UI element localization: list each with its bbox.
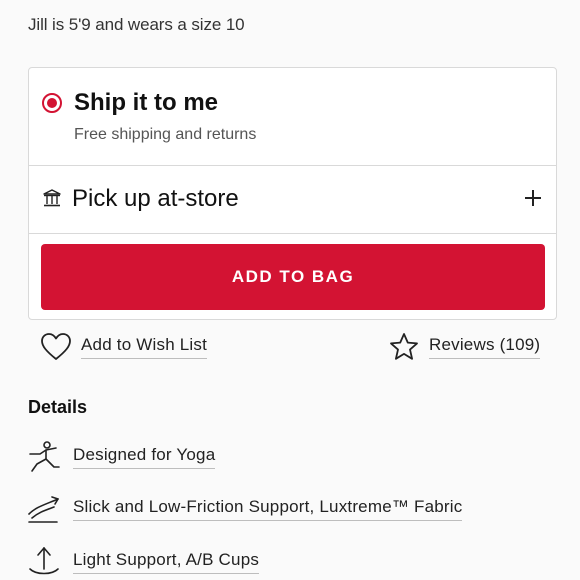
reviews-label: Reviews (109) [429, 335, 541, 359]
fulfillment-card: Ship it to me Free shipping and returns … [28, 67, 557, 320]
ship-option-subtitle: Free shipping and returns [74, 126, 257, 143]
feature-item-support[interactable]: Light Support, A/B Cups [26, 545, 260, 579]
model-size-note: Jill is 5'9 and wears a size 10 [28, 15, 245, 34]
fabric-swoosh-icon [28, 496, 59, 523]
feature-label-yoga: Designed for Yoga [73, 445, 216, 469]
yoga-pose-icon [29, 441, 60, 472]
heart-icon [41, 333, 71, 360]
pick-up-at-store-option[interactable]: Pick up at-store [29, 166, 556, 234]
wish-list-label: Add to Wish List [81, 335, 208, 359]
light-support-icon [29, 547, 59, 575]
store-icon [43, 189, 61, 207]
reviews-link[interactable]: Reviews (109) [389, 331, 541, 363]
ship-it-to-me-option[interactable]: Ship it to me Free shipping and returns [29, 68, 556, 166]
feature-item-fabric[interactable]: Slick and Low-Friction Support, Luxtreme… [26, 492, 463, 526]
add-to-wish-list-link[interactable]: Add to Wish List [40, 331, 208, 363]
star-icon [390, 333, 418, 360]
details-heading: Details [28, 397, 88, 417]
ship-option-title: Ship it to me [74, 89, 218, 116]
feature-label-support: Light Support, A/B Cups [73, 550, 260, 574]
feature-item-yoga[interactable]: Designed for Yoga [26, 440, 216, 474]
feature-label-fabric: Slick and Low-Friction Support, Luxtreme… [73, 497, 463, 521]
plus-icon[interactable] [523, 188, 543, 208]
ship-radio-selected[interactable] [42, 93, 62, 113]
pickup-option-label: Pick up at-store [72, 185, 239, 212]
add-to-bag-button[interactable]: ADD TO BAG [41, 244, 545, 310]
